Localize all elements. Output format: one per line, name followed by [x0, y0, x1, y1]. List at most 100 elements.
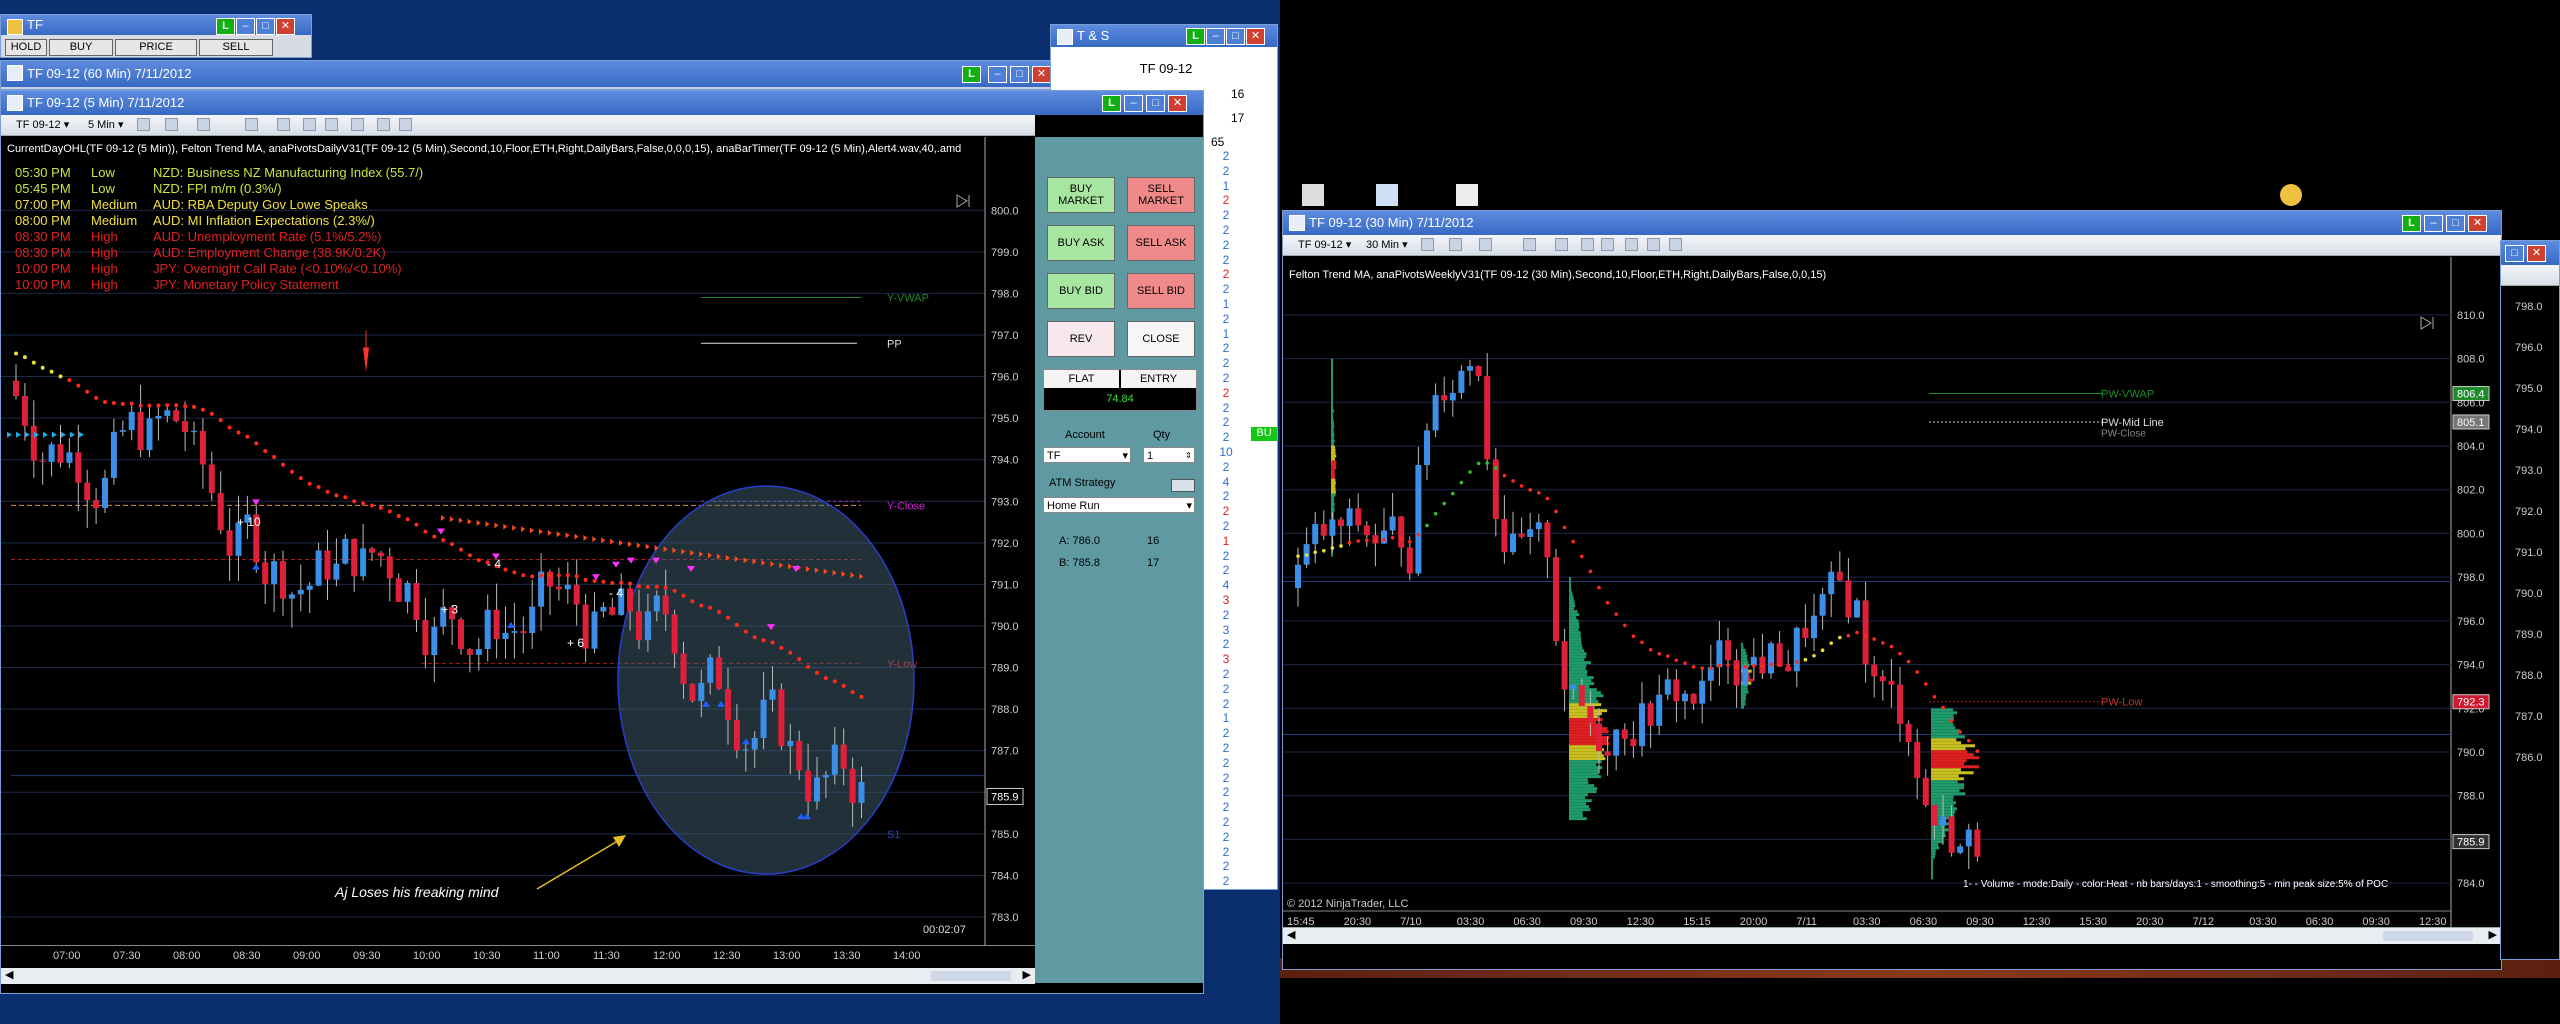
- magnifier-icon[interactable]: [1523, 238, 1536, 251]
- minimize-button[interactable]: –: [1206, 28, 1225, 45]
- qty-stepper[interactable]: 1 ⇕: [1143, 447, 1195, 463]
- desktop-icon[interactable]: [1376, 184, 1398, 206]
- horizontal-scrollbar[interactable]: ◀ ▶: [1, 967, 1035, 984]
- candle-body: [1768, 643, 1774, 674]
- maximize-button[interactable]: □: [1010, 66, 1029, 83]
- link-button[interactable]: L: [1102, 95, 1121, 112]
- minimize-button[interactable]: –: [988, 66, 1007, 83]
- volume-profile-bar: [1569, 607, 1575, 611]
- strategies-icon[interactable]: [325, 118, 338, 131]
- minimize-button[interactable]: –: [2424, 215, 2443, 232]
- volume-profile-bar: [1331, 400, 1333, 404]
- volume-profile-bar: [1741, 648, 1746, 652]
- scroll-thumb[interactable]: [931, 971, 1011, 981]
- atm-strategy-select[interactable]: Home Run ▾: [1043, 497, 1195, 513]
- horizontal-scrollbar[interactable]: ◀ ▶: [1283, 927, 2501, 944]
- close-button[interactable]: ✕: [2527, 245, 2546, 262]
- scroll-thumb[interactable]: [2383, 931, 2473, 941]
- maximize-button[interactable]: □: [1146, 95, 1165, 112]
- table-icon[interactable]: [377, 118, 390, 131]
- buy-bid-button[interactable]: BUY BID: [1047, 273, 1115, 309]
- panel-icon[interactable]: [399, 118, 412, 131]
- buy-ask-button[interactable]: BUY ASK: [1047, 225, 1115, 261]
- reverse-button[interactable]: REV: [1047, 321, 1115, 357]
- close-position-button[interactable]: CLOSE: [1127, 321, 1195, 357]
- minimize-button[interactable]: –: [1124, 95, 1143, 112]
- slow-ma-marker: [512, 524, 517, 531]
- ma-dot: [476, 558, 481, 563]
- sell-ask-button[interactable]: SELL ASK: [1127, 225, 1195, 261]
- ma-dot: [1734, 665, 1739, 669]
- link-button[interactable]: L: [2402, 215, 2421, 232]
- marker-icon[interactable]: [197, 118, 210, 131]
- ma-dot: [1528, 488, 1532, 492]
- marker-icon[interactable]: [1479, 238, 1492, 251]
- maximize-button[interactable]: □: [2446, 215, 2465, 232]
- close-button[interactable]: ✕: [2468, 215, 2487, 232]
- ma-dot: [681, 593, 686, 598]
- candle-body: [814, 777, 820, 802]
- grid-icon[interactable]: [351, 118, 364, 131]
- buy-button[interactable]: BUY: [49, 39, 113, 56]
- scroll-left-icon[interactable]: ◀: [5, 968, 13, 981]
- buy-market-button[interactable]: BUY MARKET: [1047, 177, 1115, 213]
- grid-icon[interactable]: [1625, 238, 1638, 251]
- panel-icon[interactable]: [1669, 238, 1682, 251]
- properties-icon[interactable]: [277, 118, 290, 131]
- ma-dot: [1898, 651, 1902, 656]
- volume-profile-bar: [1931, 876, 1933, 880]
- price-chart-30min[interactable]: 810.0808.0806.0804.0802.0800.0798.0796.0…: [1283, 257, 2501, 947]
- desktop-icon[interactable]: [2280, 184, 2302, 206]
- sell-market-button[interactable]: SELL MARKET: [1127, 177, 1195, 213]
- pencil-icon[interactable]: [165, 118, 178, 131]
- instrument-selector[interactable]: TF 09-12 ▾: [13, 118, 72, 132]
- desktop-icon[interactable]: [1456, 184, 1478, 206]
- ma-dot: [610, 581, 615, 586]
- sell-button[interactable]: SELL: [199, 39, 273, 56]
- close-button[interactable]: ✕: [276, 18, 295, 35]
- strategies-icon[interactable]: [1601, 238, 1614, 251]
- candle-body: [1922, 777, 1929, 806]
- link-button[interactable]: L: [216, 18, 235, 35]
- indicators-icon[interactable]: [1581, 238, 1594, 251]
- time-tick-label: 13:30: [833, 950, 861, 962]
- properties-icon[interactable]: [1555, 238, 1568, 251]
- bar-type-icon[interactable]: [137, 118, 150, 131]
- desktop-icon[interactable]: [1302, 184, 1324, 206]
- instrument-selector[interactable]: TF 09-12 ▾: [1295, 238, 1354, 252]
- atm-config-button[interactable]: [1171, 479, 1195, 492]
- magnifier-icon[interactable]: [245, 118, 258, 131]
- bar-type-icon[interactable]: [1421, 238, 1434, 251]
- indicators-icon[interactable]: [303, 118, 316, 131]
- ma-dot: [1545, 496, 1550, 501]
- link-button[interactable]: L: [962, 66, 981, 83]
- close-button[interactable]: ✕: [1032, 66, 1051, 83]
- ma-dot: [654, 584, 659, 589]
- close-button[interactable]: ✕: [1168, 95, 1187, 112]
- volume-profile-bar: [1569, 598, 1575, 602]
- scroll-right-icon[interactable]: ▶: [2489, 928, 2497, 941]
- candle-body: [1793, 627, 1800, 672]
- scroll-right-icon[interactable]: ▶: [1023, 968, 1031, 981]
- slow-ma-marker: [476, 519, 481, 526]
- hold-button[interactable]: HOLD: [5, 39, 47, 56]
- candle-body: [493, 609, 500, 640]
- table-icon[interactable]: [1647, 238, 1660, 251]
- scroll-left-icon[interactable]: ◀: [1287, 928, 1295, 941]
- close-button[interactable]: ✕: [1246, 28, 1265, 45]
- maximize-button[interactable]: □: [256, 18, 275, 35]
- interval-selector[interactable]: 5 Min ▾: [85, 118, 126, 132]
- interval-selector[interactable]: 30 Min ▾: [1363, 238, 1411, 252]
- maximize-button[interactable]: □: [2505, 245, 2524, 262]
- candle-body: [1682, 693, 1688, 702]
- sell-bid-button[interactable]: SELL BID: [1127, 273, 1195, 309]
- link-button[interactable]: L: [1186, 28, 1205, 45]
- volume-profile-bar: [1331, 358, 1333, 362]
- ma-dot: [1657, 652, 1661, 656]
- account-select[interactable]: TF ▾: [1043, 447, 1131, 463]
- minimize-button[interactable]: –: [236, 18, 255, 35]
- maximize-button[interactable]: □: [1226, 28, 1245, 45]
- price-button[interactable]: PRICE: [115, 39, 197, 56]
- candle-body: [760, 699, 767, 738]
- pencil-icon[interactable]: [1449, 238, 1462, 251]
